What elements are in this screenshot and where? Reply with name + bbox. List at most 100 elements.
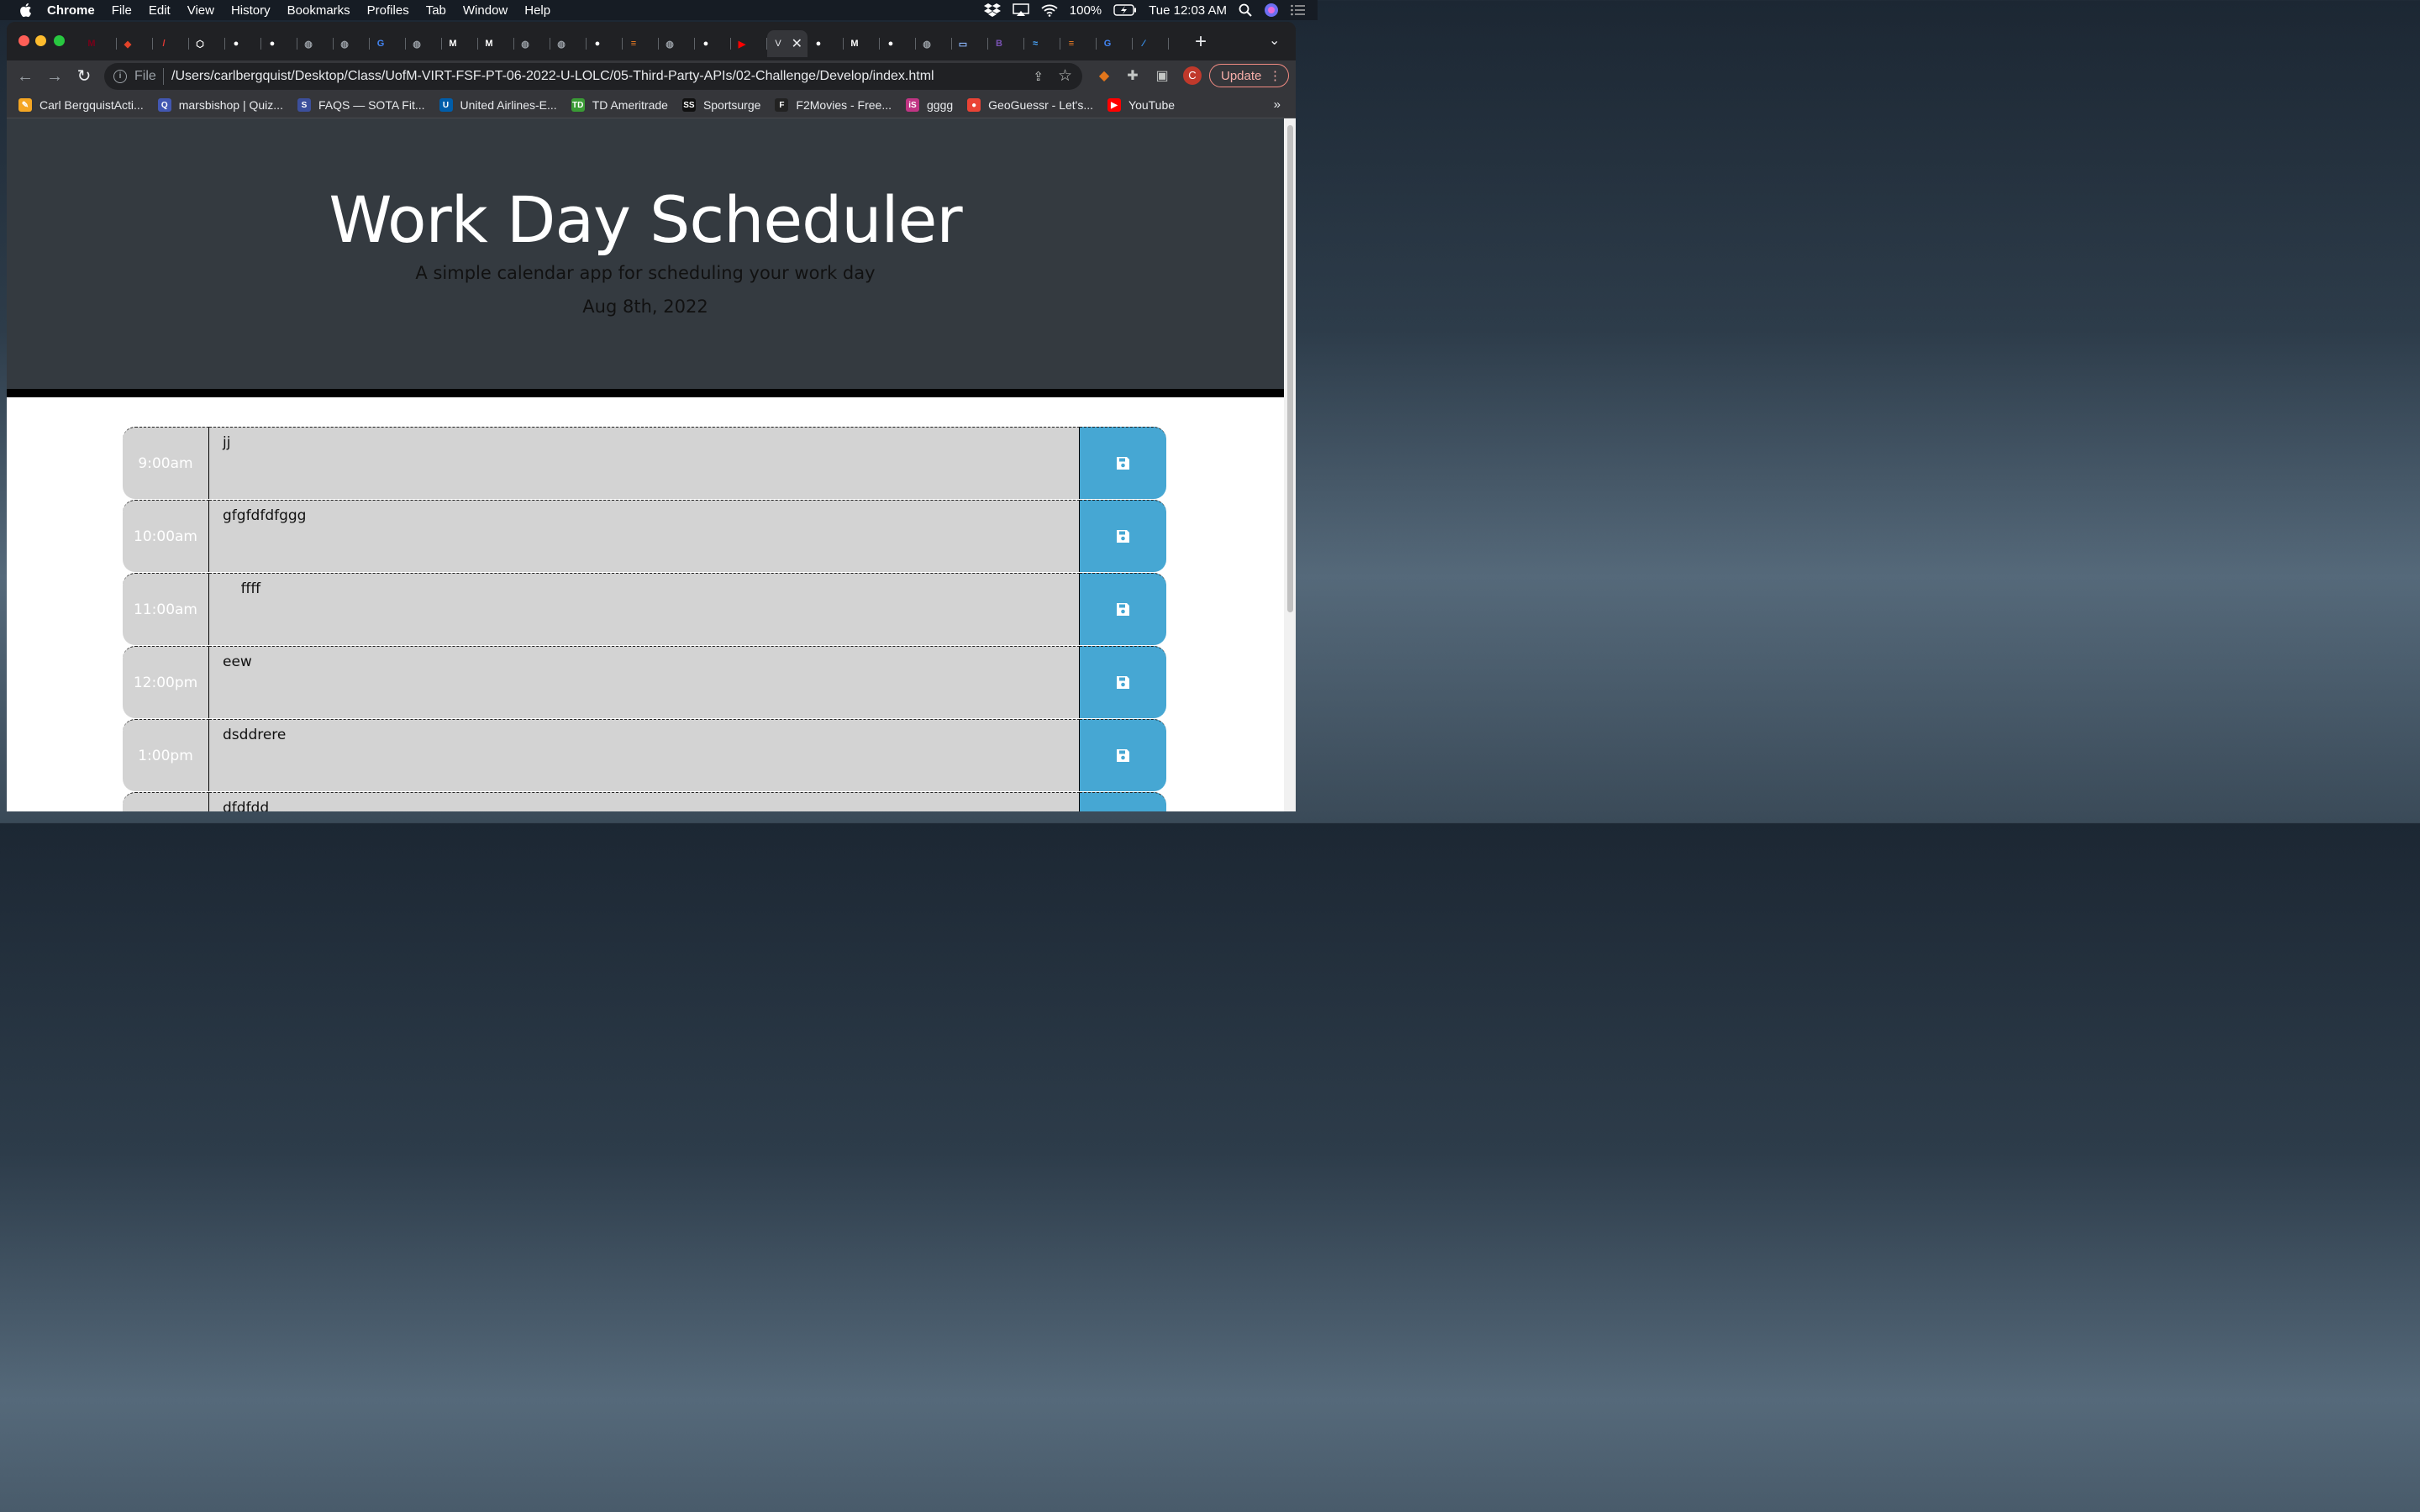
tab-after-3[interactable]: ◍ [916, 30, 952, 57]
menu-view[interactable]: View [187, 3, 214, 18]
save-button[interactable] [1080, 427, 1166, 499]
event-description-textarea[interactable]: ffff [209, 573, 1080, 645]
tab-after-7[interactable]: ≡ [1060, 30, 1097, 57]
dropbox-icon[interactable] [983, 3, 1001, 17]
globe-icon: ◍ [923, 39, 931, 50]
url-text[interactable]: /Users/carlbergquist/Desktop/Class/UofM-… [171, 69, 934, 84]
window-minimize-button[interactable] [35, 35, 46, 46]
menu-tab[interactable]: Tab [426, 3, 446, 18]
profile-avatar[interactable]: C [1183, 66, 1202, 85]
menu-help[interactable]: Help [524, 3, 550, 18]
menu-app-chrome[interactable]: Chrome [47, 3, 95, 18]
save-button[interactable] [1080, 646, 1166, 718]
tab-1[interactable]: ◆ [117, 30, 153, 57]
side-panel-icon[interactable]: ▣ [1154, 67, 1171, 84]
close-tab-icon[interactable]: ✕ [792, 35, 802, 52]
spotlight-search-icon[interactable] [1239, 3, 1252, 17]
control-center-icon[interactable] [1291, 4, 1306, 16]
bookmarks-overflow-icon[interactable]: » [1274, 97, 1281, 112]
bookmark-star-icon[interactable]: ☆ [1058, 66, 1072, 86]
site-info-icon[interactable]: i [113, 70, 127, 83]
airplay-icon[interactable] [1013, 3, 1029, 17]
tab-17[interactable]: ● [695, 30, 731, 57]
tab-15[interactable]: ≡ [623, 30, 659, 57]
bookmark-item[interactable]: TD TD Ameritrade [571, 98, 668, 112]
wifi-icon[interactable] [1041, 3, 1058, 17]
tab-18[interactable]: ▶ [731, 30, 767, 57]
forward-arrow-icon[interactable]: → [44, 66, 66, 87]
tab-after-1[interactable]: M [844, 30, 880, 57]
tab-13[interactable]: ◍ [550, 30, 587, 57]
menu-history[interactable]: History [231, 3, 271, 18]
bookmark-label: F2Movies - Free... [796, 98, 892, 112]
address-bar[interactable]: i File /Users/carlbergquist/Desktop/Clas… [104, 63, 1082, 90]
tab-9[interactable]: ◍ [406, 30, 442, 57]
tab-search-chevron-icon[interactable]: ⌄ [1269, 32, 1280, 49]
tab-after-9[interactable]: ⁄ [1133, 30, 1169, 57]
menu-bookmarks[interactable]: Bookmarks [287, 3, 350, 18]
bookmark-item[interactable]: F F2Movies - Free... [775, 98, 892, 112]
tab-after-0[interactable]: ● [808, 30, 844, 57]
tab-after-8[interactable]: G [1097, 30, 1133, 57]
back-arrow-icon[interactable]: ← [14, 66, 36, 87]
bookmark-item[interactable]: iS gggg [906, 98, 953, 112]
event-description-textarea[interactable]: gfgfdfdfggg [209, 500, 1080, 572]
tab-active[interactable]: V ✕ [767, 30, 808, 57]
siri-icon[interactable] [1264, 3, 1279, 18]
tab-6[interactable]: ◍ [297, 30, 334, 57]
bookmark-item[interactable]: U United Airlines-E... [439, 98, 557, 112]
tab-after-4[interactable]: ▭ [952, 30, 988, 57]
apple-logo-icon[interactable] [18, 3, 32, 18]
pencil-icon: ✎ [18, 98, 32, 112]
tab-after-2[interactable]: ● [880, 30, 916, 57]
tab-11[interactable]: M [478, 30, 514, 57]
event-description-textarea[interactable]: jj [209, 427, 1080, 499]
tab-3[interactable]: ⬡ [189, 30, 225, 57]
extensions-puzzle-icon[interactable]: ✚ [1124, 67, 1141, 84]
bookmark-label: YouTube [1128, 98, 1176, 112]
tab-7[interactable]: ◍ [334, 30, 370, 57]
event-description-textarea[interactable]: eew [209, 646, 1080, 718]
scrollbar-thumb[interactable] [1287, 125, 1293, 612]
window-close-button[interactable] [18, 35, 29, 46]
save-button[interactable] [1080, 573, 1166, 645]
bookmark-item[interactable]: ▶ YouTube [1107, 98, 1175, 112]
menu-file[interactable]: File [112, 3, 132, 18]
tab-14[interactable]: ● [587, 30, 623, 57]
update-button[interactable]: Update ⋮ [1209, 64, 1289, 87]
menu-edit[interactable]: Edit [149, 3, 171, 18]
tab-12[interactable]: ◍ [514, 30, 550, 57]
event-description-textarea[interactable]: dfdfdd [209, 792, 1080, 811]
new-tab-button[interactable]: + [1195, 32, 1207, 52]
save-button[interactable] [1080, 500, 1166, 572]
bookmark-item[interactable]: ● GeoGuessr - Let's... [967, 98, 1093, 112]
bookmark-label: TD Ameritrade [592, 98, 668, 112]
reload-icon[interactable]: ↻ [73, 66, 95, 87]
bookmark-item[interactable]: Qmarsbishop | Quiz... [157, 98, 283, 112]
tab-0[interactable]: M [81, 30, 117, 57]
window-zoom-button[interactable] [54, 35, 65, 46]
quizlet-icon: Q [157, 98, 171, 112]
floppy-disk-icon [1117, 676, 1129, 689]
tab-8[interactable]: G [370, 30, 406, 57]
menu-window[interactable]: Window [463, 3, 508, 18]
bookmark-item[interactable]: SS Sportsurge [681, 98, 760, 112]
tab-after-6[interactable]: ≈ [1024, 30, 1060, 57]
event-description-textarea[interactable]: dsddrere [209, 719, 1080, 791]
tab-16[interactable]: ◍ [659, 30, 695, 57]
bookmark-item[interactable]: ✎ Carl BergquistActi... [18, 98, 144, 112]
metamask-extension-icon[interactable]: ◆ [1096, 67, 1113, 84]
tab-2[interactable]: / [153, 30, 189, 57]
battery-charging-icon[interactable] [1113, 4, 1137, 16]
share-icon[interactable]: ⇪ [1033, 69, 1044, 84]
tab-5[interactable]: ● [261, 30, 297, 57]
save-button[interactable] [1080, 792, 1166, 811]
tab-after-5[interactable]: B [988, 30, 1024, 57]
bookmark-item[interactable]: S FAQS — SOTA Fit... [297, 98, 425, 112]
more-menu-icon[interactable]: ⋮ [1269, 65, 1281, 88]
menu-profiles[interactable]: Profiles [367, 3, 409, 18]
tab-10[interactable]: M [442, 30, 478, 57]
tab-4[interactable]: ● [225, 30, 261, 57]
menubar-clock[interactable]: Tue 12:03 AM [1149, 3, 1227, 18]
save-button[interactable] [1080, 719, 1166, 791]
